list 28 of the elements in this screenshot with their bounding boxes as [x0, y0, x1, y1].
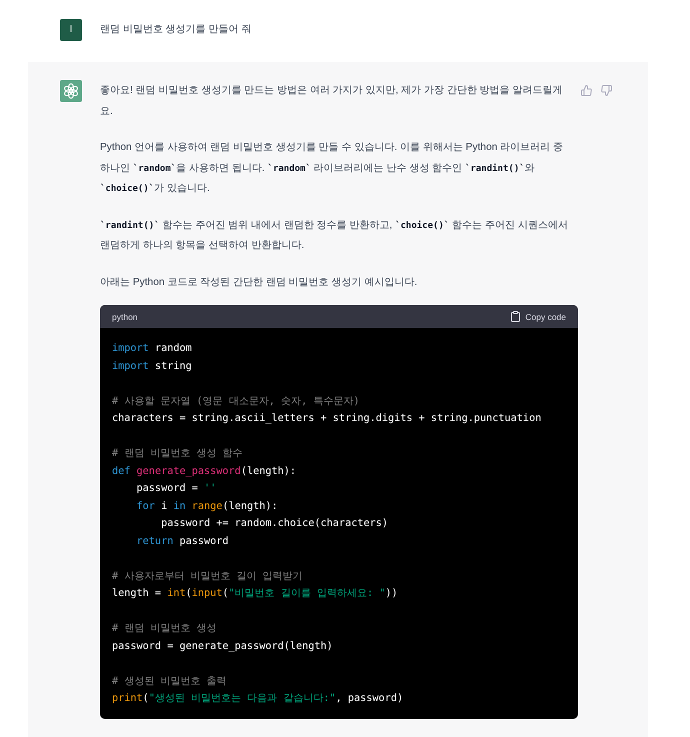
- code-line: # 사용자로부터 비밀번호 길이 입력받기: [112, 570, 303, 584]
- language-label: python: [112, 310, 138, 322]
- code-line: return password: [136, 534, 229, 548]
- code-line: # 생성된 비밀번호 출력: [112, 674, 227, 688]
- paragraph: Python 언어를 사용하여 랜덤 비밀번호 생성기를 만들 수 있습니다. 이를 위해서는 Python 라이브러리 중 하나인 `random`을 사용하면 됩니다. `random` 라이브러리에는 난수 생성 함수인 `randint()`와 `choice()`가 있습니다.: [100, 141, 564, 196]
- paragraph: 좋아요! 랜덤 비밀번호 생성기를 만드는 방법은 여러 가지가 있지만, 제가 가장 간단한 방법을 알려드릴게요.: [100, 84, 564, 118]
- copy-code-button[interactable]: Copy code: [511, 310, 566, 322]
- code-line: password += random.choice(characters): [160, 517, 388, 531]
- thumbs-down-icon[interactable]: [601, 85, 612, 96]
- code-line: length = int(input("비밀번호 길이를 입력하세요: ")): [112, 587, 398, 601]
- code-line: # 사용할 문자열 (영문 대소문자, 숫자, 특수문자): [112, 394, 360, 408]
- code-line: # 랜덤 비밀번호 생성: [112, 622, 217, 636]
- code-line: password = generate_password(length): [112, 640, 333, 654]
- message-text: 랜덤 비밀번호 생성기를 만들어 줘: [100, 23, 252, 37]
- code-line: # 랜덤 비밀번호 생성 함수: [112, 447, 243, 461]
- code-line: password = '': [136, 482, 216, 496]
- thumbs-up-icon[interactable]: [581, 85, 592, 96]
- paragraph: 아래는 Python 코드로 작성된 간단한 랜덤 비밀번호 생성기 예시입니다.: [100, 276, 418, 290]
- code-line: import random: [112, 342, 192, 356]
- paragraph: `randint()` 함수는 주어진 범위 내에서 랜덤한 정수를 반환하고, `choice()` 함수는 주어진 시퀀스에서 랜덤하게 하나의 항목을 선택하여 반환합니다.: [100, 218, 569, 253]
- code-line: def generate_password(length):: [112, 464, 296, 478]
- code-line: characters = string.ascii_letters + string.digits + string.punctuation: [112, 412, 542, 426]
- clipboard-icon: [511, 311, 520, 322]
- code-line: import string: [112, 360, 192, 374]
- code-line: print("생성된 비밀번호는 다음과 같습니다:", password): [112, 692, 404, 706]
- user-avatar: I: [60, 19, 82, 41]
- logo-icon: [60, 80, 82, 102]
- code-line: for i in range(length):: [136, 500, 278, 514]
